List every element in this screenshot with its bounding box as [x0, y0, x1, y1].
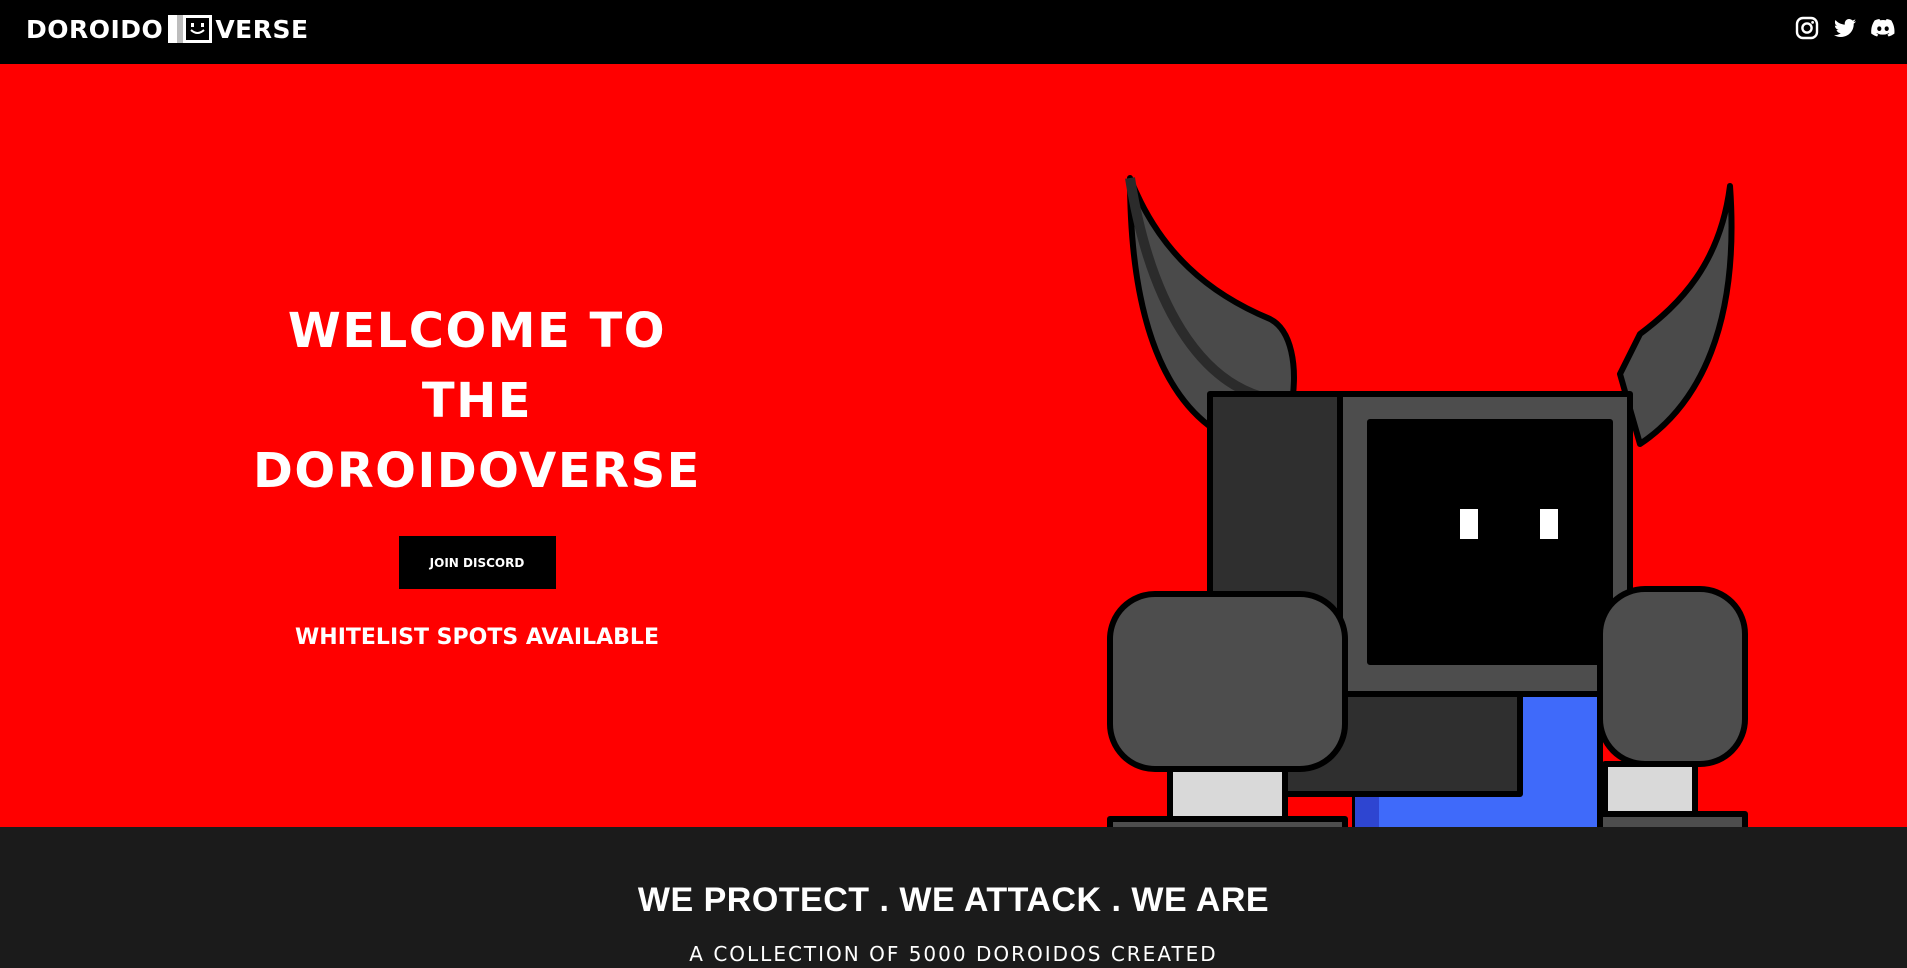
whitelist-text: WHITELIST SPOTS AVAILABLE	[295, 625, 659, 650]
top-navbar: DOROIDO VERSE	[0, 0, 1907, 64]
collection-description: A COLLECTION OF 5000 DOROIDOS CREATED	[689, 942, 1218, 966]
hero-content: WELCOME TO THE DOROIDOVERSE JOIN DISCORD…	[230, 296, 724, 650]
twitter-icon[interactable]	[1831, 14, 1859, 42]
social-links	[1793, 14, 1897, 42]
section-tagline: WE PROTECT . WE ATTACK . WE ARE	[637, 881, 1270, 919]
site-logo[interactable]: DOROIDO VERSE	[26, 13, 309, 45]
hero-title-line2: DOROIDOVERSE	[253, 443, 701, 499]
logo-text-right: VERSE	[215, 14, 309, 44]
about-section: WE PROTECT . WE ATTACK . WE ARE A COLLEC…	[0, 827, 1907, 968]
hero-section: WELCOME TO THE DOROIDOVERSE JOIN DISCORD…	[0, 64, 1907, 827]
join-discord-button[interactable]: JOIN DISCORD	[398, 536, 556, 589]
robot-face-icon	[168, 15, 213, 43]
instagram-icon[interactable]	[1793, 14, 1821, 42]
hero-title: WELCOME TO THE DOROIDOVERSE	[230, 296, 724, 506]
logo-text-left: DOROIDO	[26, 14, 164, 44]
hero-title-line1: WELCOME TO THE	[287, 303, 667, 429]
doroido-robot-illustration	[1107, 175, 1748, 827]
discord-icon[interactable]	[1869, 14, 1897, 42]
